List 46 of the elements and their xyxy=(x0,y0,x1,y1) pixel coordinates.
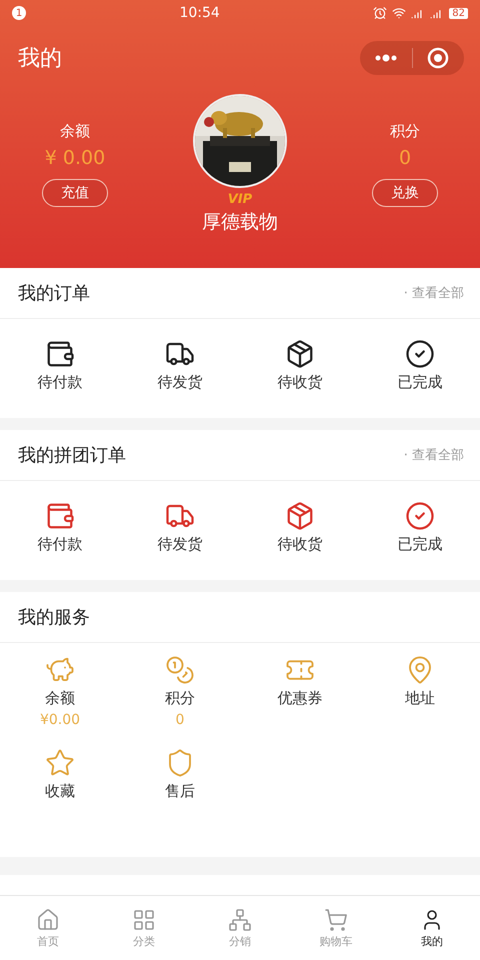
section-title: 我的拼团订单 xyxy=(18,444,126,467)
page-title: 我的 xyxy=(18,45,62,73)
network-icon[interactable] xyxy=(228,908,252,932)
wifi-icon xyxy=(392,6,406,20)
service-label[interactable]: 积分 xyxy=(165,689,195,708)
order-status-label[interactable]: 已完成 xyxy=(398,373,442,392)
capsule-menu[interactable] xyxy=(360,41,464,75)
order-status-label[interactable]: 待收货 xyxy=(278,535,322,554)
close-icon[interactable] xyxy=(427,47,450,69)
balance-value: ¥ 0.00 xyxy=(44,147,106,169)
service-value: ¥0.00 xyxy=(40,712,80,728)
check-circle-icon[interactable] xyxy=(405,339,435,369)
battery-level: 82 xyxy=(449,8,468,18)
service-value: 0 xyxy=(176,712,184,728)
check-circle-icon[interactable] xyxy=(405,501,435,531)
more-icon[interactable] xyxy=(374,54,398,62)
grid-icon[interactable] xyxy=(132,908,156,932)
order-status-label[interactable]: 已完成 xyxy=(398,535,442,554)
points-label: 积分 xyxy=(390,122,420,141)
service-label[interactable]: 收藏 xyxy=(45,782,75,801)
order-status-label[interactable]: 待发货 xyxy=(158,535,202,554)
recharge-button[interactable]: 充值 xyxy=(42,179,108,207)
notification-badge: 1 xyxy=(12,6,26,20)
points-value: 0 xyxy=(398,147,412,169)
tab-bar-item[interactable]: 我的 xyxy=(384,896,480,960)
status-time: 10:54 xyxy=(179,5,220,21)
order-status-label[interactable]: 待收货 xyxy=(278,373,322,392)
home-icon[interactable] xyxy=(36,908,60,932)
section-title: 我的服务 xyxy=(18,606,90,629)
service-label[interactable]: 优惠券 xyxy=(278,689,322,708)
service-label[interactable]: 售后 xyxy=(165,782,195,801)
order-status-label[interactable]: 待付款 xyxy=(38,535,82,554)
wallet-icon[interactable] xyxy=(45,339,75,369)
user-name: 厚德载物 xyxy=(202,210,278,235)
box-icon[interactable] xyxy=(285,339,315,369)
balance-label: 余额 xyxy=(60,122,90,141)
section-title: 我的订单 xyxy=(18,282,90,305)
redeem-button[interactable]: 兑换 xyxy=(372,179,438,207)
service-label[interactable]: 余额 xyxy=(45,689,75,708)
alarm-icon xyxy=(373,6,388,20)
service-label[interactable]: 地址 xyxy=(405,689,435,708)
vip-label: VIP xyxy=(228,192,252,207)
order-status-label[interactable]: 待发货 xyxy=(158,373,202,392)
star-icon[interactable] xyxy=(45,748,75,778)
order-status-label[interactable]: 待付款 xyxy=(38,373,82,392)
cart-icon[interactable] xyxy=(324,908,348,932)
